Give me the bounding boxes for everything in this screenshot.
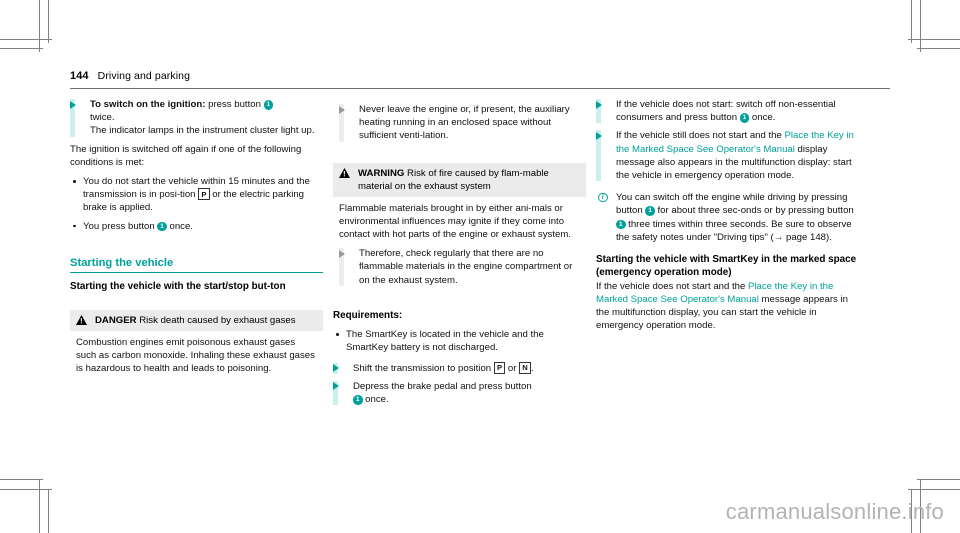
warning-continuation-box: Never leave the engine or, if present, t… (333, 98, 586, 149)
button-1-icon: 1 (353, 395, 363, 405)
button-1-icon: 1 (157, 221, 167, 232)
subsection-heading-smartkey-marked-space: Starting the vehicle with SmartKey in th… (596, 254, 857, 279)
note-text-c: three times within three seconds. Be sur… (616, 218, 852, 243)
button-1-icon: 1 (739, 113, 750, 123)
running-head: 144 Driving and parking (70, 70, 890, 82)
step-arrow-icon (596, 100, 602, 109)
list-item-text: The SmartKey is located in the vehicle a… (346, 329, 544, 354)
condition-2-part-a: You press button (83, 220, 158, 232)
column-1: To switch on the ignition: press button … (70, 98, 323, 458)
three-column-body: To switch on the ignition: press button … (70, 98, 890, 458)
step-arrow-icon (70, 100, 76, 109)
step-shift-transmission: Shift the transmission to position P or … (333, 361, 586, 375)
warning-triangle-icon (339, 167, 350, 178)
step-text: Shift the transmission to position P or … (353, 361, 586, 375)
condition-2-part-b: once. (166, 220, 193, 232)
step-arrow-icon (339, 105, 345, 114)
gear-position-p-icon: P (493, 361, 506, 374)
button-1-icon: 1 (263, 100, 274, 110)
shift-text-mid: or (505, 362, 520, 374)
note-text: You can switch off the engine while driv… (616, 191, 860, 244)
bullet-dot (73, 180, 76, 183)
danger-label: DANGER (95, 314, 137, 326)
page-number: 144 (70, 70, 89, 82)
brake-text-a: Depress the brake pedal and press button (353, 380, 532, 392)
step-text: If the vehicle does not start: switch of… (616, 98, 860, 124)
button-1-icon: 1 (645, 206, 655, 216)
column-2: Never leave the engine or, if present, t… (333, 98, 586, 458)
section-heading-rule (70, 271, 323, 274)
step-text: Never leave the engine or, if present, t… (359, 104, 570, 142)
warning-label: WARNING (358, 167, 405, 179)
step-text: Depress the brake pedal and press button… (353, 380, 586, 406)
step-rest: press button (205, 99, 261, 110)
para-text-a: If the vehicle does not start and the (596, 280, 748, 292)
list-item-condition-1: You do not start the vehicle within 15 m… (70, 175, 323, 215)
warning-body-text: Flammable materials brought in by either… (339, 202, 571, 241)
nostart-text-a: If the vehicle does not start: switch of… (616, 99, 836, 124)
shift-text-b: . (530, 362, 534, 374)
danger-title-text: Risk death caused by exhaust gases (136, 314, 296, 326)
column-3: If the vehicle does not start: switch of… (596, 98, 860, 458)
ignition-off-intro: The ignition is switched off again if on… (70, 143, 302, 168)
subsection-heading-start-stop-button: Starting the vehicle with the start/stop… (70, 281, 286, 293)
step-arrow-icon (333, 382, 339, 391)
list-item-requirement: The SmartKey is located in the vehicle a… (333, 328, 586, 354)
step-never-leave-engine: Never leave the engine or, if present, t… (339, 103, 580, 143)
header-rule (70, 88, 890, 89)
step-lead-in: To switch on the ignition: (90, 99, 206, 110)
step-depress-brake: Depress the brake pedal and press button… (333, 380, 586, 406)
step-switch-on-ignition: To switch on the ignition: press button … (70, 98, 323, 138)
list-item-text: You do not start the vehicle within 15 m… (83, 175, 323, 215)
list-item-text: You press button 1 once. (83, 220, 323, 233)
step-vehicle-does-not-start: If the vehicle does not start: switch of… (596, 98, 860, 124)
gear-position-n-icon: N (519, 361, 531, 374)
step-text: Therefore, check regularly that there ar… (359, 248, 573, 286)
step-line2: twice. (90, 112, 115, 124)
step-arrow-icon (339, 249, 345, 258)
info-circle-icon: i (598, 192, 608, 203)
note-text-b: for about three sec-onds or by pressing … (654, 205, 854, 217)
shift-text-a: Shift the transmission to position (353, 362, 494, 374)
warning-box-body: Flammable materials brought in by either… (333, 196, 586, 294)
step-vehicle-still-does-not-start: If the vehicle still does not start and … (596, 129, 860, 182)
danger-body-text: Combustion engines emit poisonous exhaus… (76, 336, 315, 375)
brake-text-b: once. (362, 394, 389, 406)
danger-box-body: Combustion engines emit poisonous exhaus… (70, 330, 323, 382)
step-arrow-icon (333, 364, 339, 373)
danger-box: DANGER Risk death caused by exhaust gase… (70, 309, 323, 382)
step-check-flammable-materials: Therefore, check regularly that there ar… (339, 247, 580, 287)
bullet-dot (336, 333, 339, 337)
step-line3: The indicator lamps in the instrument cl… (90, 125, 315, 137)
button-1-icon: 1 (616, 219, 626, 230)
bullet-dot (73, 224, 76, 228)
page-canvas: 144 Driving and parking To switch on the … (0, 0, 960, 533)
emergency-mode-paragraph: If the vehicle does not start and the Pl… (596, 280, 860, 333)
chapter-title: Driving and parking (97, 70, 191, 82)
warning-box-header: WARNING Risk of fire caused by flam-mabl… (333, 162, 586, 197)
warning-triangle-icon (76, 314, 87, 325)
list-item-condition-2: You press button 1 once. (70, 220, 323, 233)
step-text: If the vehicle still does not start and … (616, 129, 860, 182)
danger-box-header: DANGER Risk death caused by exhaust gase… (70, 309, 323, 331)
step-arrow-icon (596, 131, 602, 140)
gear-position-p-icon: P (198, 188, 210, 201)
info-note-switch-off-engine: i You can switch off the engine while dr… (596, 191, 860, 244)
nostart-text-b: once. (749, 112, 776, 124)
still-text-a: If the vehicle still does not start and … (616, 130, 785, 142)
warning-box-title: WARNING Risk of fire caused by flam-mabl… (358, 167, 580, 193)
danger-box-title: DANGER Risk death caused by exhaust gase… (95, 314, 317, 327)
section-heading-starting-the-vehicle: Starting the vehicle (70, 256, 174, 269)
step-text: To switch on the ignition: press button … (90, 98, 323, 138)
warning-box: WARNING Risk of fire caused by flam-mabl… (333, 162, 586, 294)
requirements-label: Requirements: (333, 309, 403, 321)
watermark: carmanualsonline.info (725, 499, 944, 524)
